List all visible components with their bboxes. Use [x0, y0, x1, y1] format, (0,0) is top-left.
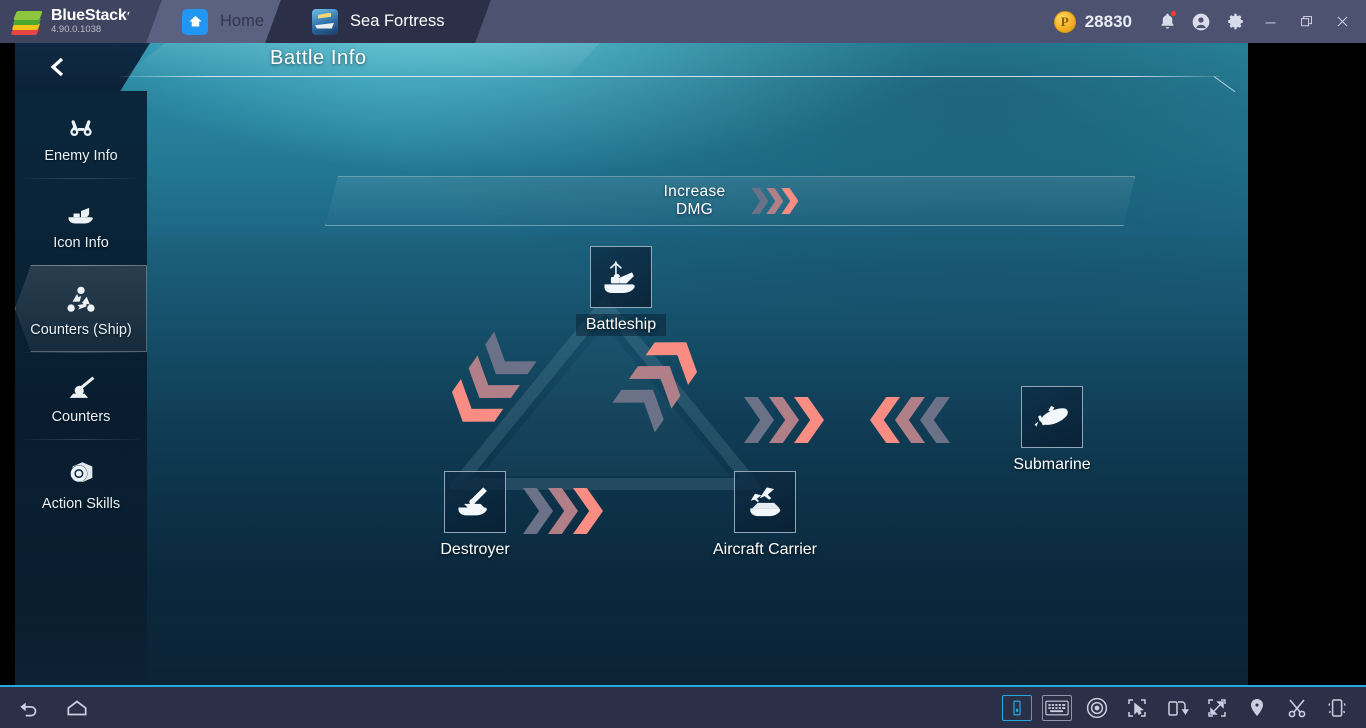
binoculars-icon: [60, 106, 102, 144]
sidebar-item-icon-info[interactable]: Icon Info: [15, 178, 147, 265]
back-chevron-icon: [50, 57, 64, 77]
legend-chevron-1: [751, 188, 769, 214]
sidebar-item-counters-ship-label: Counters (Ship): [30, 321, 132, 338]
legend-chevron-2: [766, 188, 784, 214]
node-aircraft-carrier-label: Aircraft Carrier: [712, 541, 817, 558]
game-screen: Battle Info Enemy Info Icon Info Counter…: [15, 43, 1248, 685]
bottom-toolbar: [0, 685, 1366, 728]
node-destroyer-label: Destroyer: [440, 541, 510, 558]
brand-version: 4.90.0.1038: [51, 23, 102, 35]
keyboard-icon[interactable]: [1042, 694, 1072, 721]
legend-chevron-3: [781, 188, 799, 214]
tab-home-label: Home: [220, 12, 265, 30]
account-avatar-icon[interactable]: [1184, 0, 1218, 43]
battleship-icon: [590, 246, 652, 308]
arrow-chevron-3: [920, 397, 950, 443]
bottom-left-controls: [0, 693, 92, 723]
bluestacks-logo-icon: [10, 9, 43, 35]
legend-chevrons: [751, 188, 799, 214]
minimize-button[interactable]: [1252, 0, 1288, 43]
back-arrow-icon[interactable]: [14, 693, 44, 723]
node-battleship-label: Battleship: [575, 314, 667, 336]
turret-gun-icon: [61, 367, 101, 405]
ship-hull-icon: [60, 193, 102, 231]
arrow-submarine-to-carrier: [870, 397, 950, 443]
brand-name: BlueStacks: [51, 7, 136, 25]
legend-line-2: DMG: [675, 201, 714, 218]
titlebar-spacer: [470, 0, 1053, 43]
game-title-rule: [120, 76, 1220, 77]
aircraft-carrier-icon: [734, 471, 796, 533]
legend-increase-dmg: Increase DMG: [325, 176, 1135, 226]
home-pentagon-icon[interactable]: [62, 693, 92, 723]
notification-badge-dot: [1170, 10, 1177, 17]
sidebar-item-counters-ship[interactable]: Counters (Ship): [15, 265, 147, 352]
eye-target-icon[interactable]: [1082, 693, 1112, 723]
game-viewport-letterbox: Battle Info Enemy Info Icon Info Counter…: [0, 43, 1366, 685]
fullscreen-icon[interactable]: [1202, 693, 1232, 723]
sidebar-item-action-skills[interactable]: Action Skills: [15, 439, 147, 526]
arrow-chevron-1: [744, 397, 774, 443]
gear-cube-icon: [62, 454, 100, 492]
titlebar-right-controls: P 28830: [1053, 0, 1366, 43]
close-button[interactable]: [1324, 0, 1360, 43]
node-destroyer[interactable]: Destroyer: [390, 471, 560, 561]
restore-button[interactable]: [1288, 0, 1324, 43]
scissors-screenshot-icon[interactable]: [1282, 693, 1312, 723]
destroyer-icon: [444, 471, 506, 533]
sidebar-item-icon-info-label: Icon Info: [53, 234, 109, 251]
bluestacks-window: BlueStacks 4.90.0.1038 Home Sea Fortress…: [0, 0, 1366, 728]
tab-sea-fortress-label: Sea Fortress: [350, 12, 445, 30]
bluestacks-points-coin-icon: P: [1053, 10, 1076, 33]
cursor-select-icon[interactable]: [1122, 693, 1152, 723]
title-bar: BlueStacks 4.90.0.1038 Home Sea Fortress…: [0, 0, 1366, 43]
tab-sea-fortress[interactable]: Sea Fortress: [265, 0, 492, 43]
node-submarine-label: Submarine: [1013, 456, 1091, 473]
points-display[interactable]: P 28830: [1053, 10, 1132, 33]
sidebar-item-action-skills-label: Action Skills: [41, 495, 121, 512]
app-window-icon[interactable]: [1002, 694, 1032, 721]
submarine-icon: [1021, 386, 1083, 448]
sidebar-item-enemy-info[interactable]: Enemy Info: [15, 91, 147, 178]
arrow-carrier-to-submarine: [744, 397, 824, 443]
legend-line-1: Increase: [663, 182, 726, 200]
game-header: Battle Info: [15, 43, 1248, 91]
game-app-icon: [312, 8, 339, 35]
points-amount: 28830: [1084, 11, 1132, 31]
notification-bell-icon[interactable]: [1150, 0, 1184, 43]
sidebar-item-counters[interactable]: Counters: [15, 352, 147, 439]
sidebar-item-counters-label: Counters: [51, 408, 111, 425]
sidebar-item-enemy-info-label: Enemy Info: [44, 147, 118, 164]
legend-label: Increase DMG: [664, 183, 726, 219]
page-title: Battle Info: [270, 47, 367, 69]
home-icon: [182, 8, 208, 35]
node-battleship[interactable]: Battleship: [536, 246, 706, 336]
shake-device-icon[interactable]: [1322, 693, 1352, 723]
location-pin-icon[interactable]: [1242, 693, 1272, 723]
counter-cycle-icon: [61, 280, 101, 318]
game-sidebar: Enemy Info Icon Info Counters (Ship) Cou…: [15, 91, 147, 685]
rotate-screen-icon[interactable]: [1162, 693, 1192, 723]
settings-gear-icon[interactable]: [1218, 0, 1252, 43]
brand-area: BlueStacks 4.90.0.1038: [0, 0, 140, 43]
node-aircraft-carrier[interactable]: Aircraft Carrier: [680, 471, 850, 561]
bottom-right-controls: [1002, 693, 1366, 723]
node-submarine[interactable]: Submarine: [967, 386, 1137, 476]
game-header-left-panel: [15, 43, 150, 91]
back-button[interactable]: [39, 49, 77, 85]
